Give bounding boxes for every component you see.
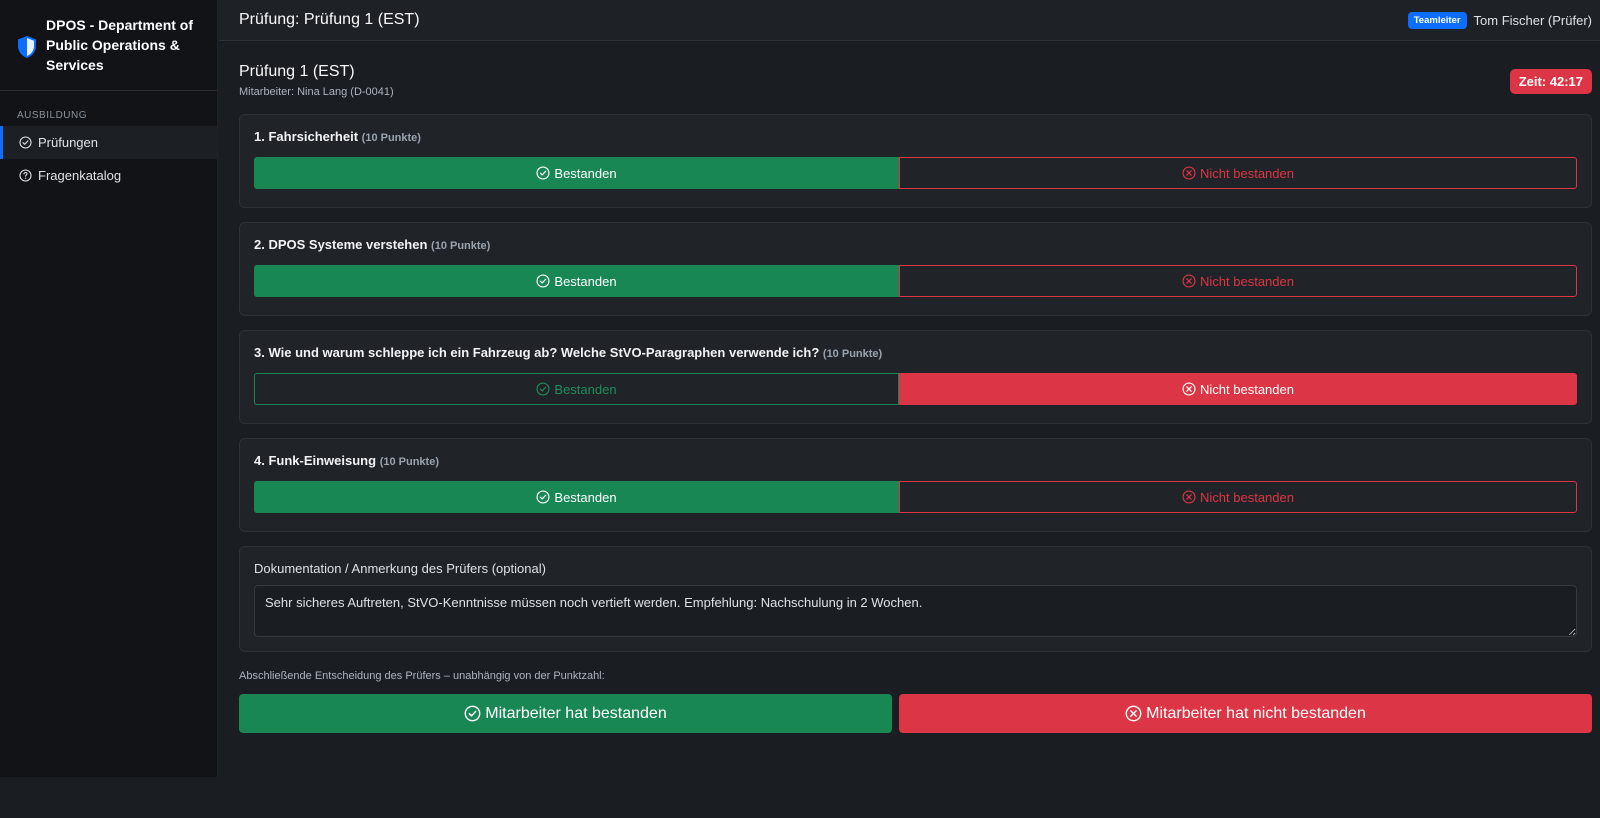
pass-button[interactable]: Bestanden — [254, 481, 899, 513]
shield-icon — [18, 36, 36, 58]
pass-label: Bestanden — [554, 489, 617, 505]
question-points: (10 Punkte) — [379, 456, 439, 468]
pass-fail-toggle: Bestanden Nicht bestanden — [254, 373, 1577, 405]
question-card: 1. Fahrsicherheit (10 Punkte) Bestanden … — [239, 114, 1592, 208]
fail-button[interactable]: Nicht bestanden — [899, 373, 1577, 405]
final-decision-label: Abschließende Entscheidung des Prüfers –… — [239, 670, 605, 682]
question-text: 4. Funk-Einweisung — [254, 453, 377, 468]
sidebar: DPOS - Department of Public Operations &… — [0, 0, 218, 777]
pass-label: Bestanden — [554, 273, 617, 289]
topbar: Prüfung: Prüfung 1 (EST) Teamleiter Tom … — [219, 0, 1600, 41]
role-badge: Teamleiter — [1407, 11, 1467, 29]
brand-title: DPOS - Department of Public Operations &… — [46, 17, 194, 73]
pass-label: Bestanden — [554, 381, 617, 397]
check-circle-icon — [19, 136, 32, 149]
main-content: Prüfung 1 (EST) Mitarbeiter: Nina Lang (… — [239, 41, 1592, 733]
user-info: Teamleiter Tom Fischer (Prüfer) — [1407, 11, 1592, 29]
question-card: 3. Wie und warum schleppe ich ein Fahrze… — [239, 330, 1592, 424]
sidebar-item-fragenkatalog[interactable]: Fragenkatalog — [0, 159, 217, 192]
pass-label: Bestanden — [554, 165, 617, 181]
question-points: (10 Punkte) — [822, 348, 883, 360]
check-circle-icon — [536, 166, 550, 180]
sidebar-item-pruefungen[interactable]: Prüfungen — [0, 126, 217, 159]
question-points: (10 Punkte) — [361, 132, 421, 144]
check-circle-icon — [464, 705, 481, 722]
x-circle-icon — [1182, 166, 1196, 180]
fail-label: Nicht bestanden — [1200, 489, 1294, 505]
exam-header: Prüfung 1 (EST) Mitarbeiter: Nina Lang (… — [239, 41, 1592, 114]
question-text: 1. Fahrsicherheit — [254, 129, 359, 144]
x-circle-icon — [1182, 382, 1196, 396]
sidebar-item-label: Prüfungen — [38, 135, 98, 150]
question-title: 2. DPOS Systeme verstehen (10 Punkte) — [254, 237, 1577, 256]
pass-fail-toggle: Bestanden Nicht bestanden — [254, 157, 1577, 189]
page-title: Prüfung: Prüfung 1 (EST) — [239, 11, 420, 28]
pass-fail-toggle: Bestanden Nicht bestanden — [254, 265, 1577, 297]
final-fail-button[interactable]: Mitarbeiter hat nicht bestanden — [899, 694, 1592, 733]
check-circle-icon — [536, 382, 550, 396]
pass-button[interactable]: Bestanden — [254, 265, 899, 297]
sidebar-item-label: Fragenkatalog — [38, 168, 122, 183]
question-points: (10 Punkte) — [431, 240, 491, 252]
check-circle-icon — [536, 274, 550, 288]
user-name[interactable]: Tom Fischer (Prüfer) — [1474, 13, 1592, 28]
fail-button[interactable]: Nicht bestanden — [899, 157, 1577, 189]
fail-label: Nicht bestanden — [1200, 381, 1294, 397]
fail-button[interactable]: Nicht bestanden — [899, 481, 1577, 513]
documentation-textarea[interactable]: Sehr sicheres Auftreten, StVO-Kenntnisse… — [254, 585, 1577, 637]
fail-label: Nicht bestanden — [1200, 273, 1294, 289]
exam-title: Prüfung 1 (EST) — [239, 63, 355, 80]
question-card: 4. Funk-Einweisung (10 Punkte) Bestanden… — [239, 438, 1592, 532]
final-decision-buttons: Mitarbeiter hat bestanden Mitarbeiter ha… — [239, 694, 1592, 733]
brand: DPOS - Department of Public Operations &… — [0, 0, 217, 91]
question-card: 2. DPOS Systeme verstehen (10 Punkte) Be… — [239, 222, 1592, 316]
x-circle-icon — [1125, 705, 1142, 722]
question-title: 4. Funk-Einweisung (10 Punkte) — [254, 453, 1577, 472]
documentation-card: Dokumentation / Anmerkung des Prüfers (o… — [239, 546, 1592, 652]
question-title: 3. Wie und warum schleppe ich ein Fahrze… — [254, 345, 1577, 364]
documentation-label: Dokumentation / Anmerkung des Prüfers (o… — [254, 561, 546, 576]
timer-badge: Zeit: 42:17 — [1509, 69, 1592, 94]
fail-button[interactable]: Nicht bestanden — [899, 265, 1577, 297]
question-circle-icon — [19, 169, 32, 182]
final-pass-label: Mitarbeiter hat bestanden — [485, 704, 667, 722]
fail-label: Nicht bestanden — [1200, 165, 1294, 181]
check-circle-icon — [536, 490, 550, 504]
pass-button[interactable]: Bestanden — [254, 157, 899, 189]
final-pass-button[interactable]: Mitarbeiter hat bestanden — [239, 694, 892, 733]
final-fail-label: Mitarbeiter hat nicht bestanden — [1146, 704, 1366, 722]
question-title: 1. Fahrsicherheit (10 Punkte) — [254, 129, 1577, 148]
pass-button[interactable]: Bestanden — [254, 373, 899, 405]
question-text: 2. DPOS Systeme verstehen — [254, 237, 428, 252]
x-circle-icon — [1182, 274, 1196, 288]
employee-info: Mitarbeiter: Nina Lang (D-0041) — [239, 86, 394, 98]
x-circle-icon — [1182, 490, 1196, 504]
pass-fail-toggle: Bestanden Nicht bestanden — [254, 481, 1577, 513]
nav-section-label: AUSBILDUNG — [17, 110, 88, 121]
question-text: 3. Wie und warum schleppe ich ein Fahrze… — [254, 345, 820, 360]
